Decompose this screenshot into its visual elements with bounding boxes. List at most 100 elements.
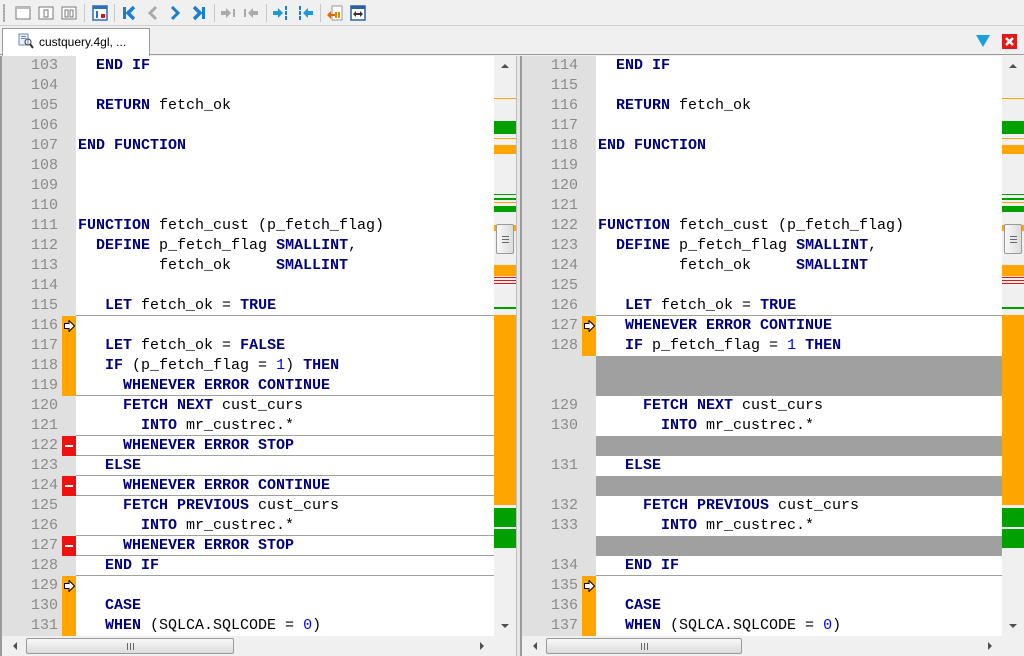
change-overview-marker[interactable] (494, 97, 516, 100)
remove-overview-marker[interactable] (494, 277, 516, 279)
code-line[interactable]: INTO mr_custrec.* (598, 416, 814, 436)
add-overview-marker[interactable] (494, 306, 516, 310)
removed-line-marker[interactable] (62, 476, 76, 496)
changed-line-marker[interactable] (62, 596, 76, 616)
remove-overview-marker[interactable] (1002, 277, 1024, 279)
tab-custquery[interactable]: custquery.4gl, ... (2, 28, 150, 56)
copy-all-right-to-left-icon[interactable] (296, 4, 314, 22)
code-line[interactable]: END FUNCTION (78, 136, 186, 156)
code-line[interactable]: DEFINE p_fetch_flag SMALLINT, (78, 236, 357, 256)
change-overview-marker[interactable] (1002, 97, 1024, 100)
single-pane-icon[interactable] (14, 4, 32, 22)
code-line[interactable]: fetch_ok SMALLINT (78, 256, 348, 276)
vertical-scroll-thumb[interactable] (1004, 224, 1022, 254)
remove-overview-marker[interactable] (1002, 280, 1024, 282)
code-line[interactable]: CASE (598, 596, 661, 616)
remove-overview-marker[interactable] (494, 282, 516, 284)
add-overview-marker[interactable] (1002, 306, 1024, 310)
code-line[interactable]: ELSE (598, 456, 661, 476)
removed-line-marker[interactable] (62, 536, 76, 556)
left-horizontal-scrollbar[interactable] (2, 636, 494, 656)
change-overview-marker[interactable] (494, 137, 516, 140)
changed-line-marker[interactable] (582, 316, 596, 336)
next-difference-icon[interactable] (166, 4, 184, 22)
add-overview-marker[interactable] (494, 508, 516, 528)
changed-line-marker[interactable] (582, 576, 596, 596)
changed-line-marker[interactable] (62, 316, 76, 336)
code-line[interactable]: WHENEVER ERROR STOP (78, 436, 294, 456)
code-line[interactable]: WHENEVER ERROR CONTINUE (78, 376, 330, 396)
changed-line-marker[interactable] (62, 576, 76, 596)
change-overview-marker[interactable] (494, 145, 516, 155)
code-line[interactable]: END IF (598, 556, 679, 576)
change-overview-marker[interactable] (1002, 201, 1024, 204)
close-icon[interactable] (1002, 34, 1017, 49)
code-line[interactable]: FETCH PREVIOUS cust_curs (78, 496, 339, 516)
add-overview-marker[interactable] (1002, 198, 1024, 200)
merge-file-icon[interactable] (326, 4, 344, 22)
code-line[interactable]: FETCH NEXT cust_curs (598, 396, 823, 416)
changed-line-marker[interactable] (62, 376, 76, 396)
code-line[interactable]: INTO mr_custrec.* (598, 516, 814, 536)
change-overview-marker[interactable] (1002, 145, 1024, 155)
copy-all-left-to-right-icon[interactable] (272, 4, 290, 22)
scroll-left-button[interactable] (6, 636, 26, 656)
toolbar-grip[interactable] (3, 4, 5, 22)
code-line[interactable]: END IF (78, 56, 150, 76)
change-overview-marker[interactable] (494, 201, 516, 204)
vertical-scroll-thumb[interactable] (496, 224, 514, 254)
code-line[interactable]: LET fetch_ok = FALSE (78, 336, 285, 356)
code-line[interactable]: DEFINE p_fetch_flag SMALLINT, (598, 236, 877, 256)
add-overview-marker[interactable] (1002, 508, 1024, 528)
remove-overview-marker[interactable] (494, 280, 516, 282)
left-vertical-scrollbar[interactable] (494, 56, 516, 636)
copy-right-to-left-icon[interactable] (242, 4, 260, 22)
scroll-up-button[interactable] (494, 56, 516, 76)
remove-overview-marker[interactable] (1002, 282, 1024, 284)
show-diff-panel-icon[interactable] (91, 4, 109, 22)
fit-width-icon[interactable] (349, 4, 367, 22)
code-line[interactable]: fetch_ok SMALLINT (598, 256, 868, 276)
code-line[interactable]: RETURN fetch_ok (598, 96, 751, 116)
changed-line-marker[interactable] (62, 336, 76, 356)
code-line[interactable]: WHEN (SQLCA.SQLCODE = 0) (78, 616, 321, 636)
split-left-icon[interactable] (37, 4, 55, 22)
code-line[interactable]: FETCH PREVIOUS cust_curs (598, 496, 859, 516)
first-difference-icon[interactable] (120, 4, 138, 22)
add-overview-marker[interactable] (1002, 193, 1024, 196)
code-line[interactable]: LET fetch_ok = TRUE (78, 296, 276, 316)
add-overview-marker[interactable] (1002, 528, 1024, 548)
code-line[interactable]: LET fetch_ok = TRUE (598, 296, 796, 316)
scroll-right-button[interactable] (980, 636, 1000, 656)
change-overview-marker[interactable] (1002, 314, 1024, 506)
scroll-right-button[interactable] (472, 636, 492, 656)
code-line[interactable]: END FUNCTION (598, 136, 706, 156)
code-line[interactable]: END IF (598, 56, 670, 76)
code-line[interactable]: RETURN fetch_ok (78, 96, 231, 116)
changed-line-marker[interactable] (582, 616, 596, 636)
horizontal-scroll-thumb[interactable] (26, 638, 234, 654)
code-line[interactable]: FUNCTION fetch_cust (p_fetch_flag) (598, 216, 904, 236)
code-line[interactable]: INTO mr_custrec.* (78, 416, 294, 436)
code-line[interactable]: IF (p_fetch_flag = 1) THEN (78, 356, 339, 376)
change-overview-marker[interactable] (494, 265, 516, 276)
last-difference-icon[interactable] (190, 4, 208, 22)
code-line[interactable]: FUNCTION fetch_cust (p_fetch_flag) (78, 216, 384, 236)
code-line[interactable]: WHENEVER ERROR CONTINUE (78, 476, 330, 496)
add-overview-marker[interactable] (494, 528, 516, 548)
changed-line-marker[interactable] (582, 336, 596, 356)
changed-line-marker[interactable] (582, 596, 596, 616)
changed-line-marker[interactable] (62, 356, 76, 376)
change-overview-marker[interactable] (494, 314, 516, 506)
code-line[interactable]: ELSE (78, 456, 141, 476)
add-overview-marker[interactable] (1002, 120, 1024, 135)
scroll-down-button[interactable] (1002, 616, 1024, 636)
scroll-up-button[interactable] (1002, 56, 1024, 76)
changed-line-marker[interactable] (62, 616, 76, 636)
code-line[interactable]: WHEN (SQLCA.SQLCODE = 0) (598, 616, 841, 636)
change-overview-marker[interactable] (1002, 265, 1024, 276)
code-line[interactable]: CASE (78, 596, 141, 616)
code-line[interactable]: WHENEVER ERROR CONTINUE (598, 316, 832, 336)
code-line[interactable]: INTO mr_custrec.* (78, 516, 294, 536)
split-two-icon[interactable] (60, 4, 78, 22)
